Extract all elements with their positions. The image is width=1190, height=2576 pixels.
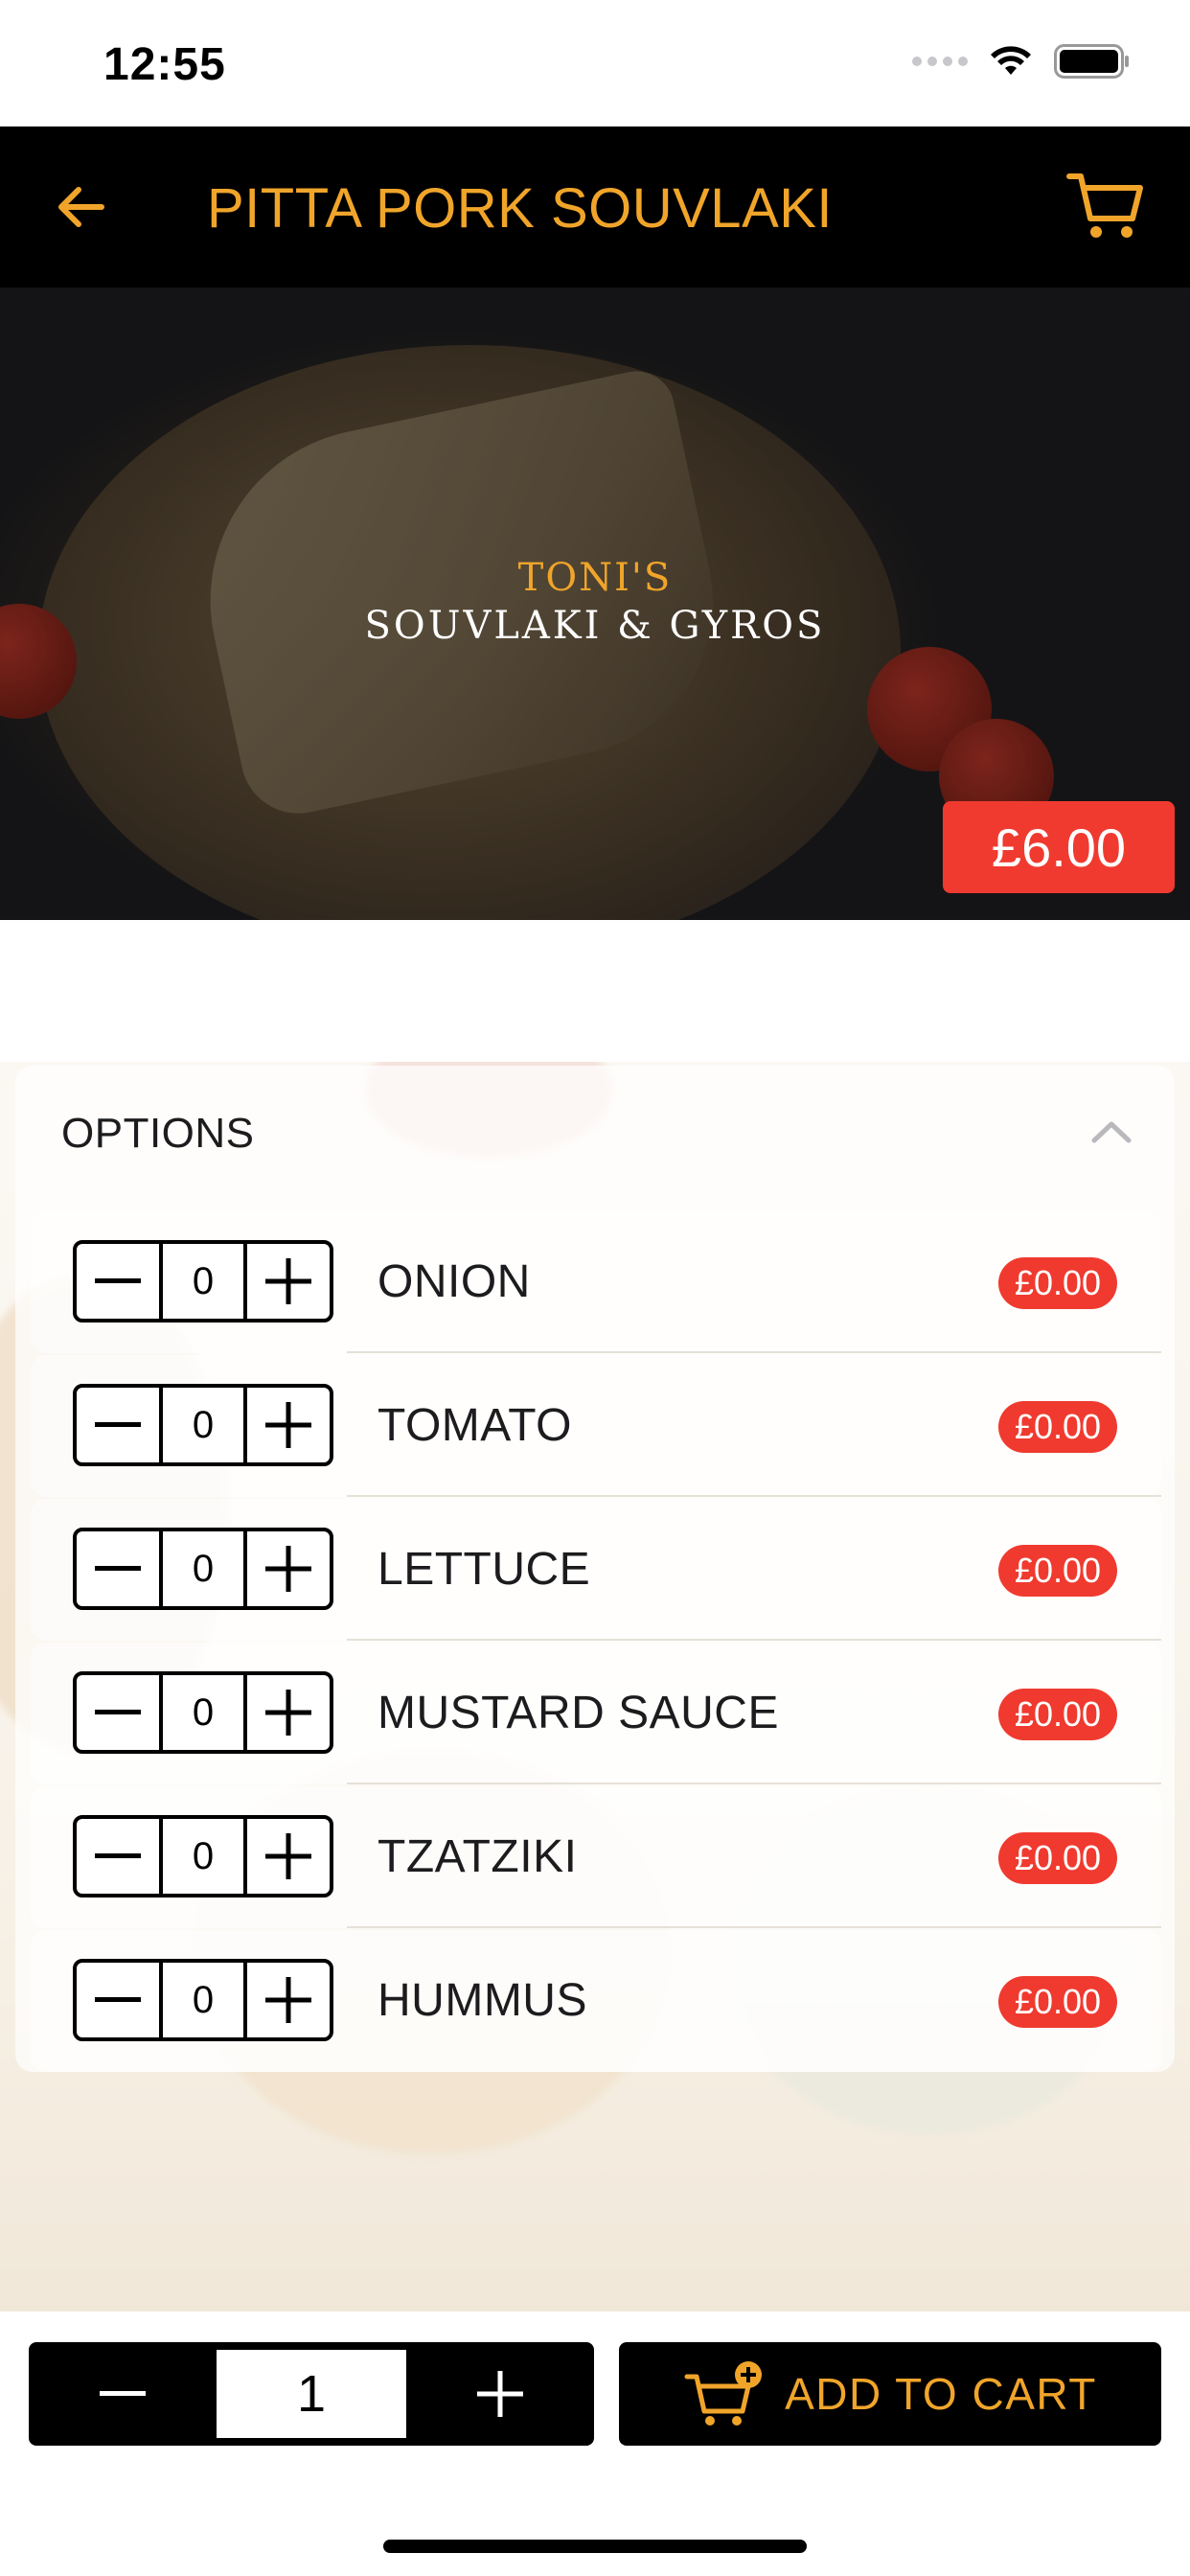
- minus-icon: [95, 1853, 141, 1858]
- increment-button[interactable]: [247, 1388, 330, 1462]
- nav-bar: PITTA PORK SOUVLAKI: [0, 126, 1190, 288]
- collapse-options-button[interactable]: [1090, 1119, 1133, 1149]
- option-row-hummus: 0 HUMMUS £0.00: [31, 1930, 1161, 2072]
- option-row-mustard-sauce: 0 MUSTARD SAUCE £0.00: [31, 1643, 1161, 1784]
- battery-icon: [1054, 44, 1129, 79]
- cart-button[interactable]: [1064, 167, 1148, 247]
- minus-icon: [95, 1566, 141, 1571]
- option-name: MUSTARD SAUCE: [378, 1688, 779, 1738]
- status-icons: [912, 44, 1131, 79]
- quantity-value[interactable]: 0: [159, 1819, 247, 1894]
- option-price-badge: £0.00: [998, 1976, 1117, 2028]
- options-card: OPTIONS 0 ONION £0.00 0 TOMATO £0.00 0 L…: [15, 1066, 1175, 2072]
- quantity-value[interactable]: 0: [159, 1963, 247, 2037]
- option-name: LETTUCE: [378, 1544, 591, 1595]
- quantity-stepper: 0: [73, 1959, 333, 2041]
- chevron-up-icon: [1091, 1121, 1132, 1143]
- minus-icon: [95, 1422, 141, 1427]
- quantity-stepper: 0: [73, 1671, 333, 1754]
- quantity-increment-button[interactable]: [406, 2342, 594, 2446]
- bottom-bar: 1 ADD TO CART: [0, 2312, 1190, 2576]
- logo-line-1: TONI'S: [517, 556, 673, 600]
- status-bar: 12:55: [0, 0, 1190, 126]
- option-price-badge: £0.00: [998, 1545, 1117, 1597]
- quantity-stepper: 0: [73, 1815, 333, 1898]
- option-name: ONION: [378, 1256, 531, 1307]
- option-row-tzatziki: 0 TZATZIKI £0.00: [31, 1786, 1161, 1928]
- wifi-icon: [991, 46, 1031, 75]
- quantity-stepper: 0: [73, 1384, 333, 1466]
- option-price-badge: £0.00: [998, 1401, 1117, 1453]
- divider: [347, 1639, 1161, 1641]
- home-indicator: [383, 2540, 807, 2553]
- option-row-onion: 0 ONION £0.00: [31, 1211, 1161, 1353]
- decrement-button[interactable]: [77, 1244, 159, 1319]
- quantity-value[interactable]: 0: [159, 1244, 247, 1319]
- quantity-stepper: 0: [73, 1528, 333, 1610]
- cart-icon: [1066, 173, 1143, 238]
- option-name: HUMMUS: [378, 1975, 587, 2026]
- minus-icon: [95, 1278, 141, 1283]
- plus-icon: [265, 1833, 311, 1879]
- quantity-decrement-button[interactable]: [29, 2342, 217, 2446]
- option-name: TOMATO: [378, 1400, 573, 1451]
- plus-icon: [265, 1546, 311, 1592]
- option-price-badge: £0.00: [998, 1689, 1117, 1740]
- divider: [347, 1495, 1161, 1497]
- minus-icon: [100, 2391, 146, 2396]
- plus-icon: [265, 1977, 311, 2023]
- option-price-badge: £0.00: [998, 1832, 1117, 1884]
- signal-icon: [912, 57, 968, 66]
- quantity-value[interactable]: 1: [217, 2350, 406, 2438]
- divider: [347, 1782, 1161, 1784]
- price-badge: £6.00: [943, 801, 1175, 893]
- back-button[interactable]: [48, 174, 113, 240]
- plus-icon: [265, 1690, 311, 1736]
- option-row-lettuce: 0 LETTUCE £0.00: [31, 1499, 1161, 1641]
- status-time: 12:55: [103, 39, 226, 90]
- plus-icon: [477, 2371, 523, 2417]
- quantity-value[interactable]: 0: [159, 1388, 247, 1462]
- cart-plus-icon: [684, 2361, 763, 2426]
- option-row-tomato: 0 TOMATO £0.00: [31, 1355, 1161, 1497]
- page-title: PITTA PORK SOUVLAKI: [207, 177, 834, 240]
- cart-quantity-stepper: 1: [29, 2342, 594, 2446]
- decrement-button[interactable]: [77, 1675, 159, 1750]
- decrement-button[interactable]: [77, 1819, 159, 1894]
- add-to-cart-label: ADD TO CART: [785, 2369, 1097, 2419]
- divider: [347, 1926, 1161, 1928]
- plus-icon: [265, 1258, 311, 1304]
- quantity-stepper: 0: [73, 1240, 333, 1322]
- arrow-left-icon: [58, 187, 104, 227]
- hero-image: TONI'S SOUVLAKI & GYROS £6.00: [0, 288, 1190, 920]
- increment-button[interactable]: [247, 1531, 330, 1606]
- minus-icon: [95, 1710, 141, 1714]
- add-to-cart-button[interactable]: ADD TO CART: [619, 2342, 1161, 2446]
- increment-button[interactable]: [247, 1963, 330, 2037]
- decrement-button[interactable]: [77, 1388, 159, 1462]
- divider: [347, 1351, 1161, 1353]
- minus-icon: [95, 1997, 141, 2002]
- decrement-button[interactable]: [77, 1963, 159, 2037]
- option-price-badge: £0.00: [998, 1257, 1117, 1309]
- quantity-value[interactable]: 0: [159, 1675, 247, 1750]
- logo-line-2: SOUVLAKI & GYROS: [364, 604, 826, 648]
- option-name: TZATZIKI: [378, 1831, 578, 1882]
- increment-button[interactable]: [247, 1675, 330, 1750]
- increment-button[interactable]: [247, 1244, 330, 1319]
- increment-button[interactable]: [247, 1819, 330, 1894]
- options-title: OPTIONS: [61, 1110, 255, 1157]
- plus-icon: [265, 1402, 311, 1448]
- quantity-value[interactable]: 0: [159, 1531, 247, 1606]
- decrement-button[interactable]: [77, 1531, 159, 1606]
